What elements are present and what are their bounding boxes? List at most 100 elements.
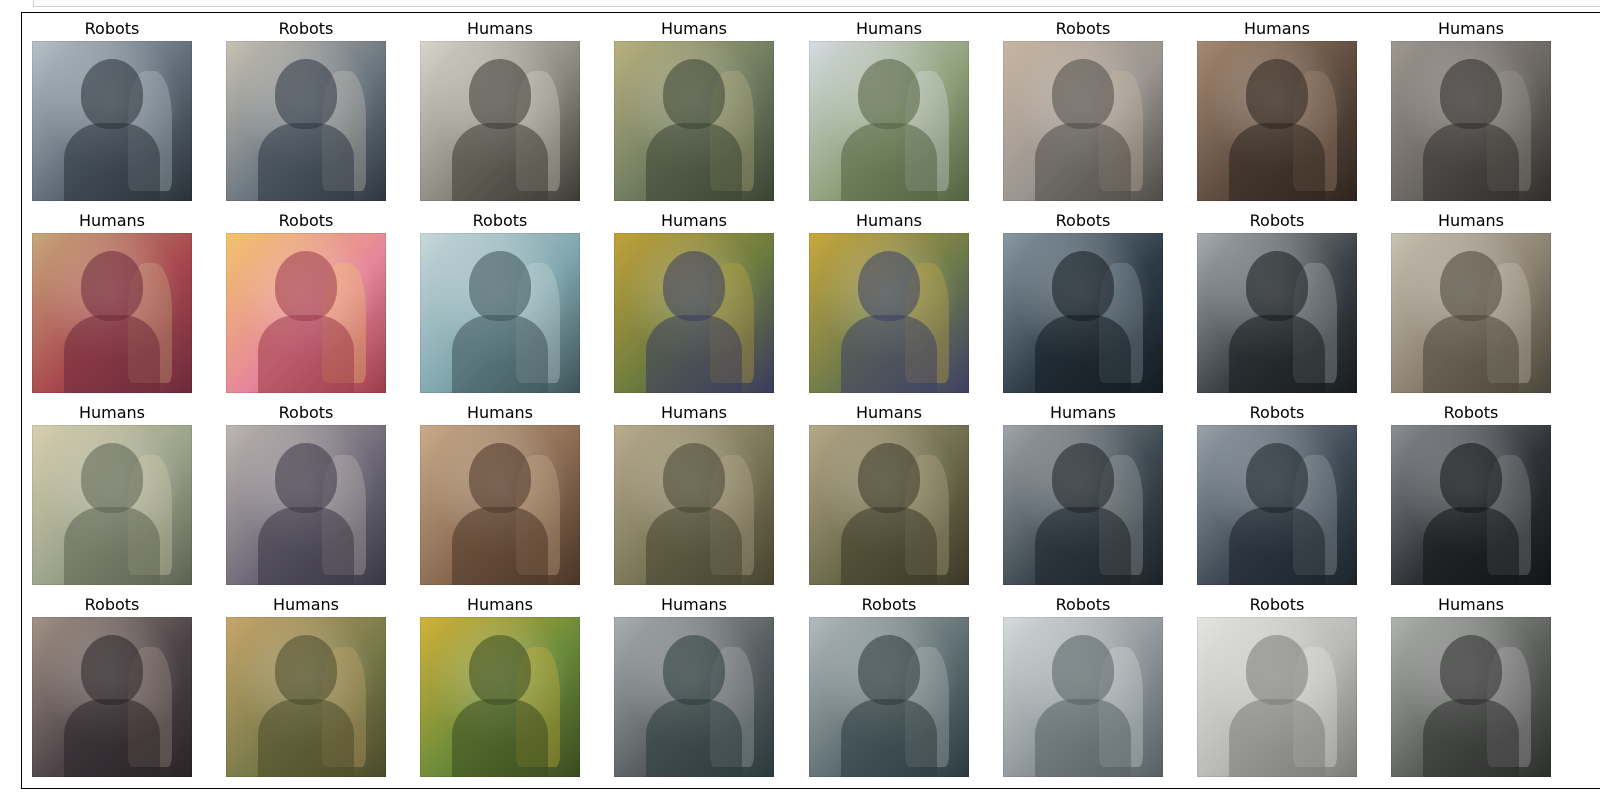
cell-label: Robots	[84, 19, 140, 38]
subject-head-silhouette	[858, 635, 920, 705]
subject-head-silhouette	[1052, 251, 1114, 321]
subject-body-silhouette	[64, 699, 160, 777]
subject-body-silhouette	[1229, 699, 1325, 777]
subject-head-silhouette	[1052, 635, 1114, 705]
thumbnail-image	[614, 233, 774, 393]
grid-cell: Humans	[1003, 397, 1197, 589]
thumbnail-image	[420, 233, 580, 393]
thumbnail-image	[1197, 617, 1357, 777]
grid-cell: Humans	[420, 589, 614, 781]
grid-cell: Humans	[1391, 205, 1585, 397]
cell-label: Robots	[84, 595, 140, 614]
thumbnail-image	[420, 617, 580, 777]
subject-body-silhouette	[452, 315, 548, 393]
thumbnail-image	[226, 425, 386, 585]
thumbnail-image	[226, 233, 386, 393]
subject-body-silhouette	[646, 315, 742, 393]
cell-label: Robots	[1249, 595, 1305, 614]
cell-label: Humans	[466, 19, 534, 38]
subject-head-silhouette	[81, 59, 143, 129]
subject-body-silhouette	[1035, 315, 1131, 393]
grid-cell: Humans	[614, 397, 808, 589]
subject-body-silhouette	[841, 315, 937, 393]
thumbnail-image	[1391, 41, 1551, 201]
grid-cell: Robots	[420, 205, 614, 397]
thumbnail-image	[32, 617, 192, 777]
subject-head-silhouette	[858, 59, 920, 129]
subject-head-silhouette	[469, 443, 531, 513]
grid-cell: Robots	[1003, 589, 1197, 781]
thumbnail-image	[1197, 41, 1357, 201]
figure-frame: Robots Robots Humans Humans Humans Robots Huma…	[21, 12, 1600, 789]
cell-label: Humans	[855, 211, 923, 230]
subject-head-silhouette	[1052, 443, 1114, 513]
grid-cell: Robots	[226, 397, 420, 589]
cell-label: Humans	[466, 595, 534, 614]
grid-cell: Humans	[614, 205, 808, 397]
cell-label: Humans	[1049, 403, 1117, 422]
thumbnail-image	[1197, 233, 1357, 393]
thumbnail-image	[226, 41, 386, 201]
subject-body-silhouette	[452, 123, 548, 201]
cell-label: Humans	[1437, 211, 1505, 230]
grid-cell: Robots	[1197, 397, 1391, 589]
subject-body-silhouette	[1035, 699, 1131, 777]
subject-body-silhouette	[258, 315, 354, 393]
subject-body-silhouette	[64, 123, 160, 201]
grid-cell: Robots	[1391, 397, 1585, 589]
subject-body-silhouette	[64, 507, 160, 585]
thumbnail-image	[32, 233, 192, 393]
thumbnail-image	[614, 41, 774, 201]
cell-label: Humans	[660, 403, 728, 422]
subject-body-silhouette	[646, 699, 742, 777]
thumbnail-image	[614, 425, 774, 585]
subject-head-silhouette	[858, 251, 920, 321]
grid-cell: Humans	[614, 13, 808, 205]
grid-cell: Humans	[226, 589, 420, 781]
subject-body-silhouette	[258, 507, 354, 585]
subject-head-silhouette	[81, 443, 143, 513]
subject-head-silhouette	[469, 251, 531, 321]
subject-head-silhouette	[275, 251, 337, 321]
cell-label: Humans	[660, 595, 728, 614]
subject-body-silhouette	[1229, 315, 1325, 393]
subject-head-silhouette	[275, 635, 337, 705]
cell-label: Humans	[1437, 595, 1505, 614]
subject-body-silhouette	[64, 315, 160, 393]
thumbnail-image	[32, 41, 192, 201]
grid-cell: Humans	[420, 397, 614, 589]
thumbnail-image	[1003, 617, 1163, 777]
cell-label: Robots	[278, 19, 334, 38]
subject-head-silhouette	[81, 635, 143, 705]
subject-body-silhouette	[258, 123, 354, 201]
subject-head-silhouette	[663, 635, 725, 705]
subject-head-silhouette	[275, 443, 337, 513]
subject-body-silhouette	[1423, 699, 1519, 777]
subject-body-silhouette	[452, 699, 548, 777]
grid-cell: Humans	[809, 13, 1003, 205]
cell-label: Humans	[78, 403, 146, 422]
thumbnail-image	[1391, 233, 1551, 393]
thumbnail-image	[420, 41, 580, 201]
subject-head-silhouette	[1440, 59, 1502, 129]
subject-head-silhouette	[1246, 251, 1308, 321]
subject-body-silhouette	[258, 699, 354, 777]
cell-label: Robots	[472, 211, 528, 230]
subject-head-silhouette	[1440, 443, 1502, 513]
grid-cell: Robots	[809, 589, 1003, 781]
thumbnail-image	[1391, 425, 1551, 585]
thumbnail-image	[809, 617, 969, 777]
thumbnail-image	[1003, 233, 1163, 393]
subject-body-silhouette	[841, 507, 937, 585]
subject-body-silhouette	[1035, 507, 1131, 585]
subject-head-silhouette	[1052, 59, 1114, 129]
cell-label: Robots	[1249, 211, 1305, 230]
cell-label: Humans	[855, 19, 923, 38]
cell-label: Robots	[861, 595, 917, 614]
grid-cell: Robots	[226, 205, 420, 397]
subject-body-silhouette	[1229, 507, 1325, 585]
thumbnail-image	[614, 617, 774, 777]
subject-head-silhouette	[1246, 635, 1308, 705]
cell-label: Humans	[660, 19, 728, 38]
subject-body-silhouette	[841, 123, 937, 201]
